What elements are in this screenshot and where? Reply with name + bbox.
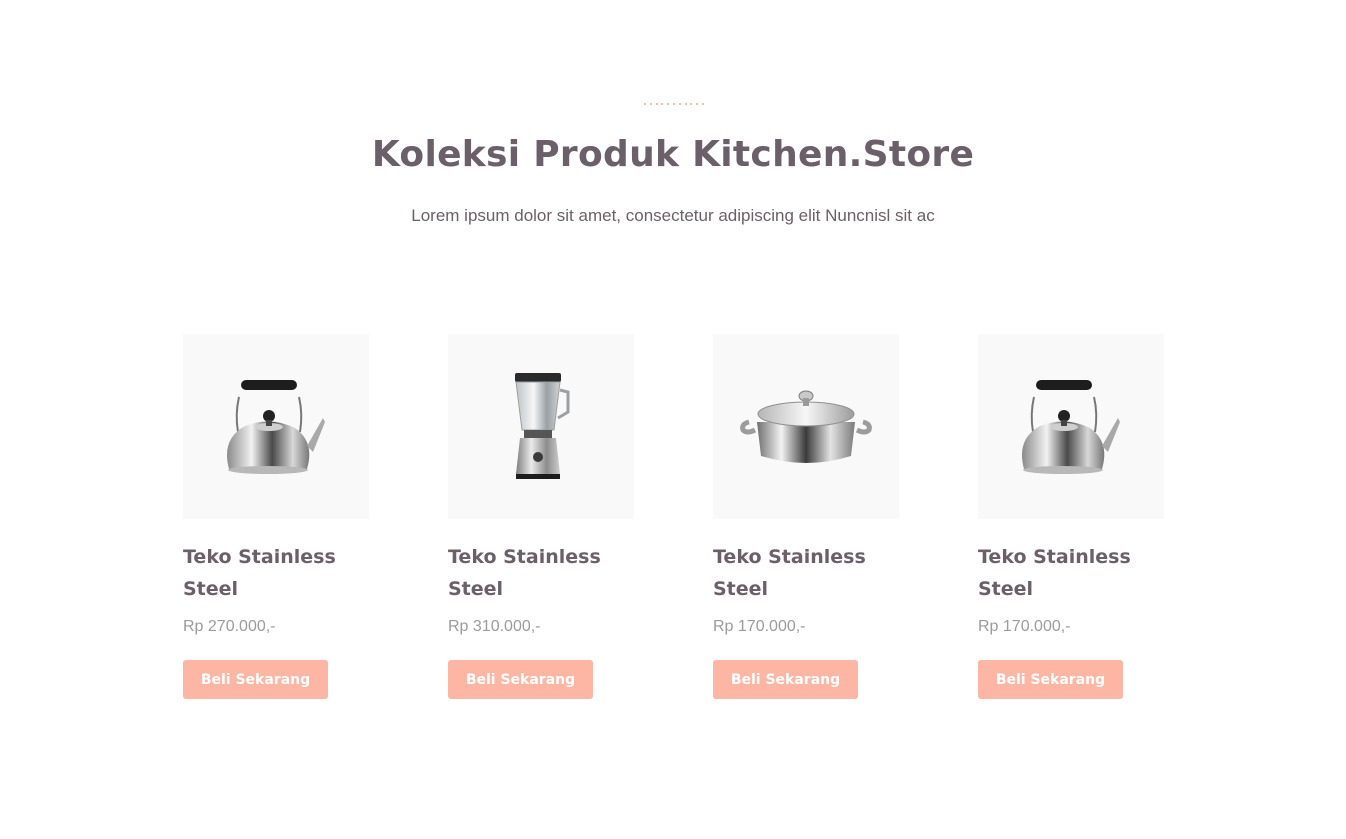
- product-card: Teko Stainless Steel Rp 310.000,- Beli S…: [448, 334, 634, 699]
- product-image[interactable]: [978, 334, 1164, 519]
- blender-icon: [515, 373, 570, 479]
- product-name: Teko Stainless Steel: [978, 546, 1131, 600]
- kettle-icon: [1022, 380, 1120, 474]
- product-image[interactable]: [713, 334, 899, 519]
- product-name: Teko Stainless Steel: [713, 546, 866, 600]
- product-image[interactable]: [183, 334, 369, 519]
- product-price: Rp 270.000,-: [183, 618, 276, 635]
- product-card: Teko Stainless Steel Rp 170.000,- Beli S…: [713, 334, 899, 699]
- product-name: Teko Stainless Steel: [448, 546, 601, 600]
- buy-now-button[interactable]: Beli Sekarang: [183, 660, 328, 699]
- pot-icon: [740, 390, 872, 463]
- product-card: Teko Stainless Steel Rp 270.000,- Beli S…: [183, 334, 369, 699]
- product-image[interactable]: [448, 334, 634, 519]
- buy-now-button[interactable]: Beli Sekarang: [448, 660, 593, 699]
- kettle-icon: [227, 380, 325, 474]
- product-price: Rp 310.000,-: [448, 618, 541, 635]
- page-subtitle: Lorem ipsum dolor sit amet, consectetur …: [411, 206, 935, 225]
- title-decoration-dots: [644, 103, 704, 107]
- product-price: Rp 170.000,-: [978, 618, 1071, 635]
- product-name: Teko Stainless Steel: [183, 546, 336, 600]
- page-title: Koleksi Produk Kitchen.Store: [371, 134, 975, 175]
- buy-now-button[interactable]: Beli Sekarang: [713, 660, 858, 699]
- product-price: Rp 170.000,-: [713, 618, 806, 635]
- buy-now-button[interactable]: Beli Sekarang: [978, 660, 1123, 699]
- product-card: Teko Stainless Steel Rp 170.000,- Beli S…: [978, 334, 1164, 699]
